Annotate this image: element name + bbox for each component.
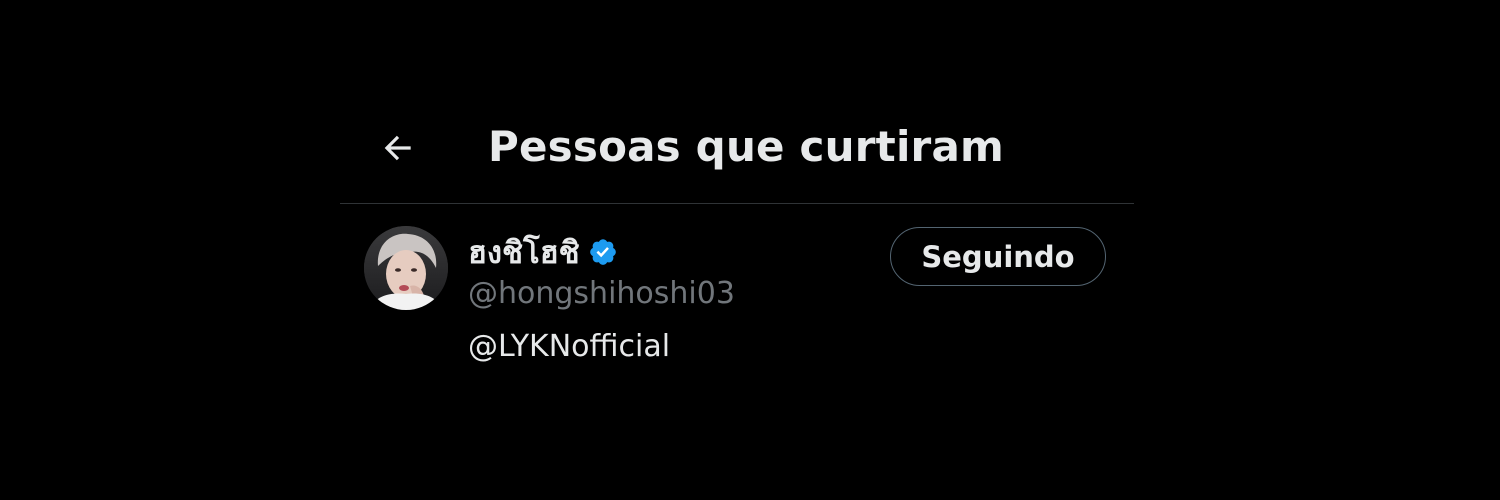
- page-title: Pessoas que curtiram: [488, 122, 1004, 171]
- user-list-item[interactable]: ฮงชิโฮชิ @hongshihoshi03 @LYKNofficial S…: [340, 204, 1134, 374]
- user-bio[interactable]: @LYKNofficial: [468, 329, 735, 364]
- following-button[interactable]: Seguindo: [890, 227, 1106, 286]
- likes-panel: Pessoas que curtiram ฮงชิโฮชิ @hongshiho…: [340, 0, 1134, 500]
- verified-badge-icon[interactable]: [588, 237, 618, 267]
- display-name-line: ฮงชิโฮชิ: [468, 230, 735, 274]
- user-info: ฮงชิโฮชิ @hongshihoshi03 @LYKNofficial: [468, 230, 735, 364]
- avatar[interactable]: [364, 226, 448, 310]
- page-header: Pessoas que curtiram: [340, 100, 1134, 203]
- back-button[interactable]: [370, 120, 426, 176]
- avatar-photo: [364, 226, 448, 310]
- user-handle[interactable]: @hongshihoshi03: [468, 276, 735, 311]
- display-name[interactable]: ฮงชิโฮชิ: [468, 227, 580, 277]
- arrow-left-icon: [384, 135, 411, 161]
